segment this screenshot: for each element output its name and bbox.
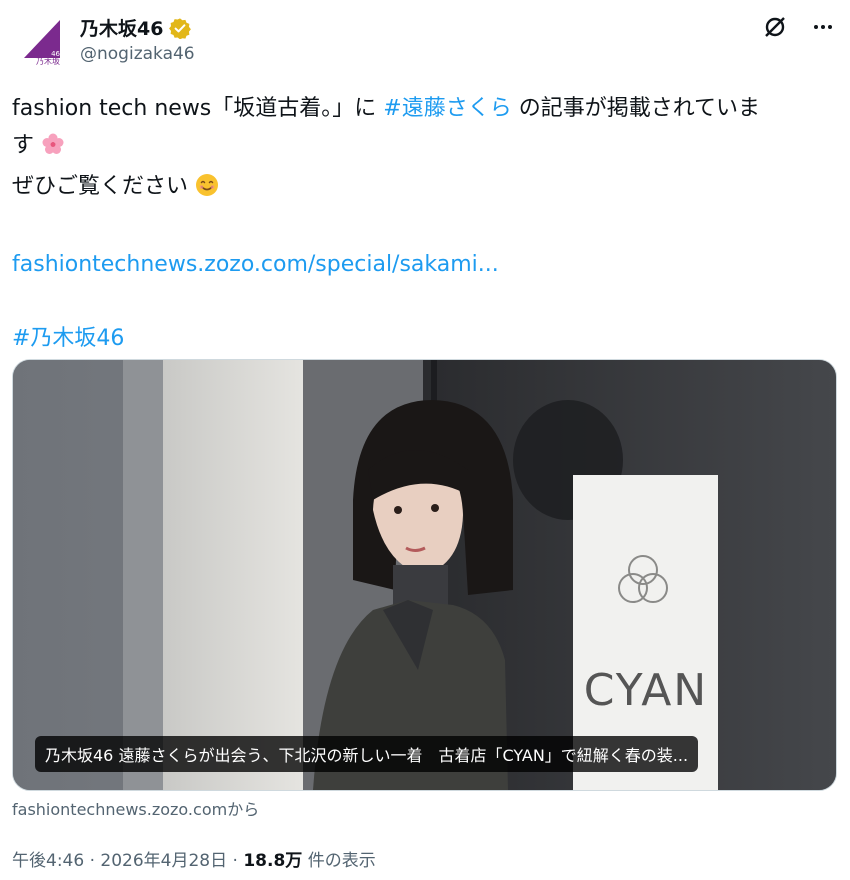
post-meta: 午後4:46 · 2026年4月28日 · 18.8万 件の表示	[12, 846, 376, 871]
post-date[interactable]: 2026年4月28日	[100, 851, 227, 871]
post-text-suffix: の記事が掲載されていま	[511, 96, 761, 121]
avatar[interactable]: 乃木坂 46	[16, 14, 68, 66]
post-time[interactable]: 午後4:46	[12, 851, 84, 871]
post-header: 乃木坂 46 乃木坂46 @nogizaka46	[12, 8, 838, 72]
display-name[interactable]: 乃木坂46	[80, 14, 163, 41]
grok-icon[interactable]	[760, 12, 790, 42]
post-text-line3: ぜひご覧ください	[12, 174, 189, 199]
hashtag-nogizaka46[interactable]: #乃木坂46	[12, 326, 124, 351]
post-line-hashtag: #乃木坂46	[12, 320, 838, 357]
meta-separator-2: ·	[227, 851, 244, 871]
post-text-prefix: fashion tech news「坂道古着。」に	[12, 96, 384, 121]
card-source[interactable]: fashiontechnews.zozo.comから	[12, 796, 259, 820]
post-line-2: す	[12, 127, 838, 168]
post-line-3: ぜひご覧ください	[12, 168, 838, 209]
top-actions	[760, 12, 838, 42]
name-row: 乃木坂46	[80, 14, 192, 41]
link-card-image[interactable]: CYAN 乃木坂46 遠藤さくらが出会う、下北沢の新しい一着 古着店「CYAN」…	[12, 359, 837, 791]
cherry-blossom-icon	[41, 131, 65, 168]
post-text: fashion tech news「坂道古着。」に #遠藤さくら の記事が掲載さ…	[12, 90, 838, 357]
hashtag-endo-sakura[interactable]: #遠藤さくら	[383, 96, 511, 121]
logo-number: 46	[51, 50, 60, 58]
card-caption: 乃木坂46 遠藤さくらが出会う、下北沢の新しい一着 古着店「CYAN」で紐解く春…	[35, 736, 699, 772]
views-count: 18.8万	[243, 851, 303, 871]
views-label: 件の表示	[302, 851, 376, 871]
handle[interactable]: @nogizaka46	[80, 44, 195, 64]
post-line-1: fashion tech news「坂道古着。」に #遠藤さくら の記事が掲載さ…	[12, 90, 838, 127]
meta-separator: ·	[84, 851, 101, 871]
post-line-link: fashiontechnews.zozo.com/special/sakami.…	[12, 246, 838, 283]
article-link[interactable]: fashiontechnews.zozo.com/special/sakami.…	[12, 252, 499, 277]
smiling-face-icon	[195, 172, 219, 209]
post-text-line2: す	[12, 133, 35, 158]
sign-text: CYAN	[584, 665, 708, 716]
verified-badge-icon	[169, 17, 192, 39]
more-options-icon[interactable]	[808, 12, 838, 42]
